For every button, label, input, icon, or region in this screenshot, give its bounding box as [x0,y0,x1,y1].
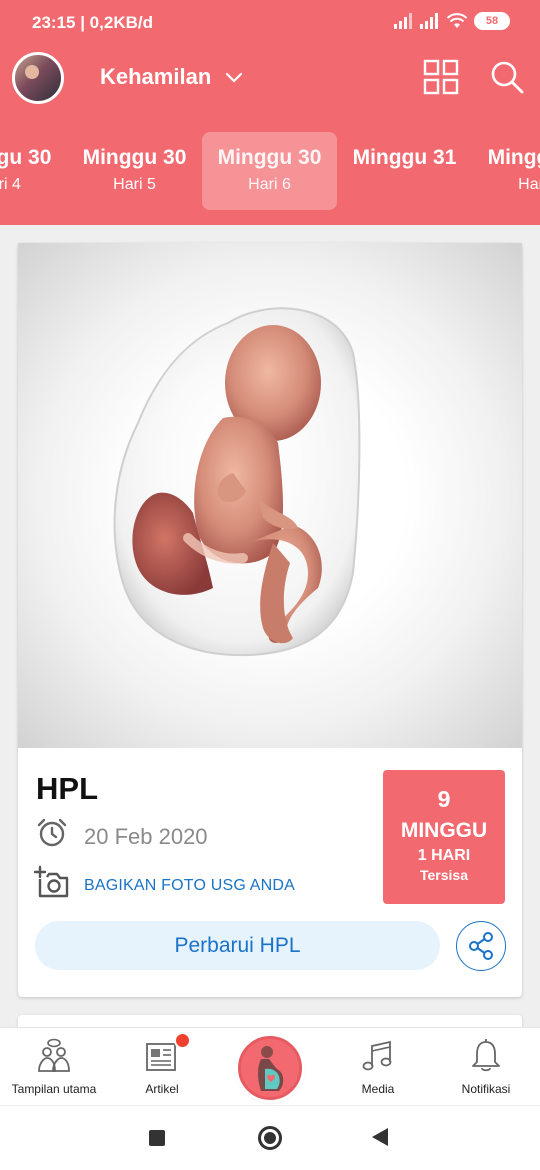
wifi-icon [446,13,468,28]
countdown-remaining: Tersisa [420,867,468,883]
back-button[interactable] [372,1128,388,1146]
grid-icon[interactable] [422,58,460,96]
app-title[interactable]: Kehamilan [100,64,211,90]
nav-label: Media [361,1082,395,1096]
music-icon [362,1040,392,1071]
nav-label: Notifikasi [461,1082,511,1096]
tab-day-label: Hari 5 [113,176,156,193]
nav-label: Tampilan utama [11,1082,97,1096]
pregnancy-center-button[interactable] [238,1036,302,1100]
app-bar: Kehamilan [0,48,540,108]
main-content[interactable]: HPL 20 Feb 2020 BAGIKAN FOTO USG ANDA 9 … [0,225,540,1027]
countdown-badge: 9 MINGGU 1 HARI Tersisa [383,770,505,904]
signal-icon [394,13,412,29]
update-due-date-button[interactable]: Perbarui HPL [35,921,440,970]
nav-notifications[interactable]: Notifikasi [432,1028,540,1106]
nav-articles[interactable]: Artikel [108,1028,216,1106]
next-card [18,1015,522,1027]
tab-week-label: Minggu 30 [0,146,52,169]
countdown-days: 1 HARI [417,847,471,864]
home-button[interactable] [258,1126,282,1150]
recents-button[interactable] [149,1130,165,1146]
tab-week[interactable]: Minggu 30 Hari 4 [0,132,67,210]
tab-day-label: Hari 6 [248,176,291,193]
avatar[interactable] [12,52,64,104]
nav-media[interactable]: Media [324,1028,432,1106]
tab-week-label: Minggu 31 [352,146,457,169]
notification-badge [174,1032,191,1049]
status-time: 23:15 | 0,2KB/d [32,13,153,32]
pregnancy-icon [258,1046,284,1091]
battery-icon: 58 [474,12,510,30]
alarm-clock-icon [37,818,67,847]
tab-week[interactable]: Minggu 31 Hari 1 [472,132,540,210]
tab-week-label: Minggu 30 [217,146,322,169]
signal-icon [420,13,438,29]
tab-week[interactable]: Minggu 31 [337,132,472,210]
nav-label: Artikel [145,1082,179,1096]
status-icons: 58 [394,12,510,30]
tab-week-selected[interactable]: Minggu 30 Hari 6 [202,132,337,210]
tab-day-label: Hari 4 [0,176,21,193]
week-tabs: Minggu 30 Hari 4 Minggu 30 Hari 5 Minggu… [0,108,540,225]
countdown-unit: MINGGU [400,819,488,842]
people-icon [38,1038,70,1072]
tab-week-label: Minggu 31 [487,146,540,169]
tab-week-label: Minggu 30 [82,146,187,169]
countdown-number: 9 [437,786,451,812]
chevron-down-icon[interactable] [224,62,244,92]
hpl-card: HPL 20 Feb 2020 BAGIKAN FOTO USG ANDA 9 … [18,243,522,997]
due-date: 20 Feb 2020 [84,824,208,849]
tab-week[interactable]: Minggu 30 Hari 5 [67,132,202,210]
nav-home[interactable]: Tampilan utama [0,1028,108,1106]
share-ultrasound-link[interactable]: BAGIKAN FOTO USG ANDA [84,877,295,895]
bell-icon [472,1039,500,1072]
hpl-title: HPL [36,771,98,806]
camera-add-icon[interactable] [34,865,70,899]
share-icon [469,932,493,960]
fetus-illustration [18,243,522,748]
fetus-image [113,307,361,657]
search-icon[interactable] [488,58,526,96]
status-bar: 23:15 | 0,2KB/d 58 [0,0,540,48]
tab-day-label: Hari 1 [518,176,540,193]
share-button[interactable] [456,921,506,971]
system-nav-bar [0,1106,540,1170]
